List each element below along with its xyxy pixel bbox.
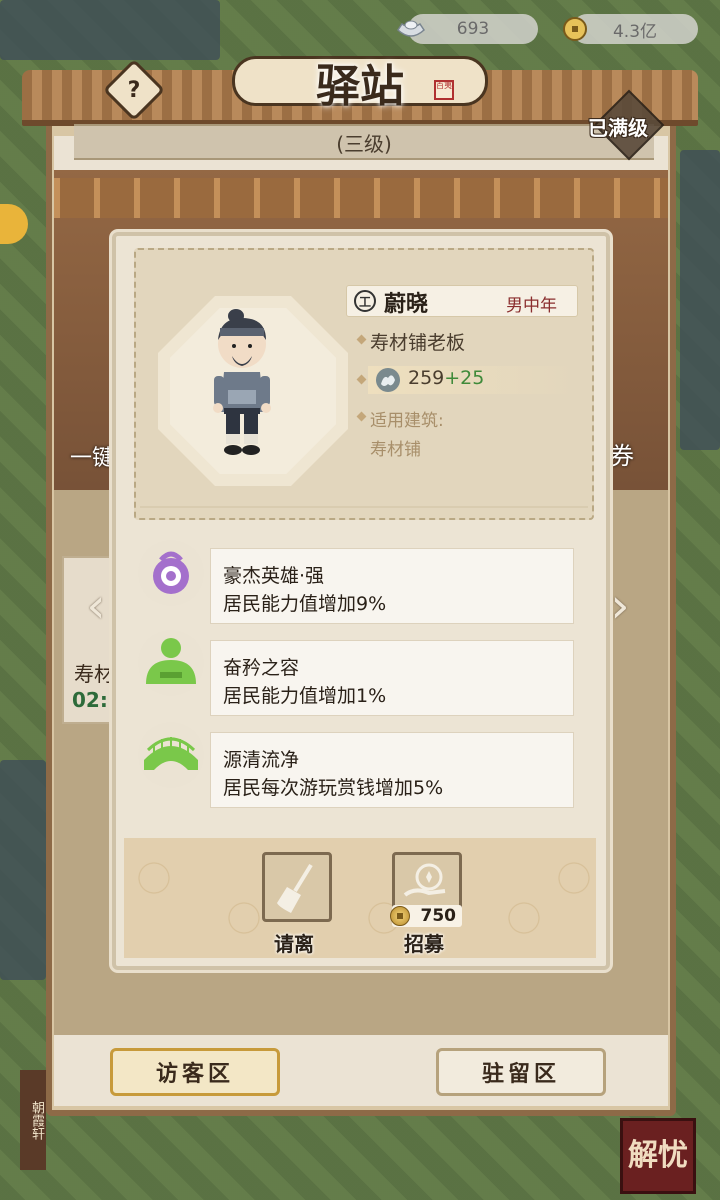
applicable-building: 寿材铺 (370, 440, 421, 460)
trait-desc: 居民每次游玩赏钱增加5% (223, 777, 444, 799)
tab-stay-area[interactable]: 驻留区 (436, 1048, 606, 1096)
silver-value: 693 (456, 19, 490, 39)
dismiss-button[interactable] (262, 852, 332, 922)
green-bridge-icon (144, 737, 198, 770)
town-roof-decoration (0, 0, 220, 60)
broom-icon (277, 863, 313, 913)
trait-title: 豪杰英雄·强 (223, 565, 325, 587)
town-roof-decoration (0, 760, 46, 980)
station-level: (三级) (74, 124, 654, 160)
peek-card-name: 寿材 (74, 662, 114, 686)
background-right-text: 券 (610, 442, 634, 470)
ability-bonus: +25 (444, 367, 485, 389)
ability-base: 259 (408, 367, 445, 389)
copper-coin-icon (558, 12, 592, 46)
resident-gender-age: 男中年 (506, 296, 557, 316)
dismiss-label: 请离 (274, 932, 314, 956)
tab-visitor-area[interactable]: 访客区 (110, 1048, 280, 1096)
title-seal: 百夷 (434, 80, 454, 100)
building-name-tag[interactable]: 朝霞轩 (20, 1070, 46, 1170)
divider (140, 506, 588, 508)
copper-value: 4.3亿 (612, 21, 658, 42)
trait-card: 源清流净 居民每次游玩赏钱增加5% (210, 732, 574, 808)
jieyou-badge[interactable]: 解忧 (620, 1118, 696, 1194)
applicable-building-label: 适用建筑: (370, 411, 444, 431)
room-beam (54, 178, 668, 218)
purple-badge-icon (153, 551, 189, 594)
trait-desc: 居民能力值增加1% (223, 685, 387, 707)
trait-title: 奋矜之容 (223, 657, 300, 679)
trait-desc: 居民能力值增加9% (223, 593, 387, 615)
work-icon: 工 (354, 290, 376, 312)
trait-title: 源清流净 (223, 749, 300, 771)
resident-job: 寿材铺老板 (370, 332, 466, 354)
max-level-badge: 已满级 (588, 116, 648, 140)
green-figure-icon (146, 638, 196, 684)
resident-portrait (213, 309, 271, 455)
recruit-label: 招募 (404, 932, 444, 956)
ability-value: 259+25 (408, 367, 484, 389)
copper-coin-icon (390, 906, 410, 926)
silver-counter: 693 (397, 14, 538, 44)
trait-card: 奋矜之容 居民能力值增加1% (210, 640, 574, 716)
copper-counter: 4.3亿 (563, 14, 698, 44)
recruit-coin-hand-icon (403, 863, 446, 897)
town-roof-decoration (680, 150, 720, 450)
help-icon: ? (127, 77, 141, 103)
trait-card: 豪杰英雄·强 居民能力值增加9% (210, 548, 574, 624)
background-left-text: 一键 (70, 446, 115, 471)
ability-icon (376, 368, 400, 392)
action-bar (124, 838, 596, 958)
resident-name: 蔚晓 (384, 291, 429, 317)
silver-ingot-icon (394, 12, 428, 46)
